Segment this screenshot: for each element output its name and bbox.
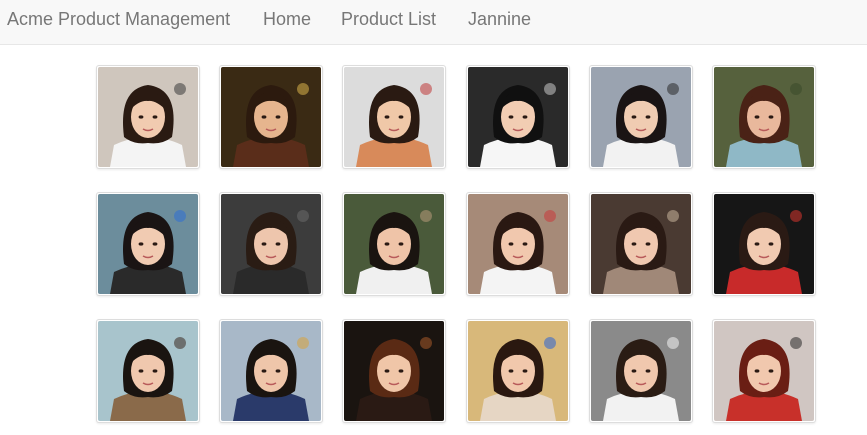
portrait-image — [344, 67, 444, 167]
photo-2-6[interactable] — [712, 192, 816, 296]
photo-2-5[interactable] — [589, 192, 693, 296]
portrait-image — [221, 67, 321, 167]
photo-1-3[interactable] — [342, 65, 446, 169]
portrait-image — [344, 321, 444, 421]
photo-3-4[interactable] — [466, 319, 570, 423]
photo-3-2[interactable] — [219, 319, 323, 423]
portrait-image — [98, 194, 198, 294]
photo-2-3[interactable] — [342, 192, 446, 296]
photo-1-1[interactable] — [96, 65, 200, 169]
photo-2-1[interactable] — [96, 192, 200, 296]
photo-1-2[interactable] — [219, 65, 323, 169]
photo-3-6[interactable] — [712, 319, 816, 423]
navbar: Acme Product Management Home Product Lis… — [0, 0, 867, 45]
photo-1-5[interactable] — [589, 65, 693, 169]
portrait-image — [468, 67, 568, 167]
nav-link-product-list[interactable]: Product List — [341, 9, 436, 30]
brand-link[interactable]: Acme Product Management — [7, 9, 230, 30]
photo-3-3[interactable] — [342, 319, 446, 423]
nav-link-jannine[interactable]: Jannine — [468, 9, 531, 30]
portrait-image — [221, 194, 321, 294]
nav-link-home[interactable]: Home — [263, 9, 311, 30]
photo-2-4[interactable] — [466, 192, 570, 296]
photo-2-2[interactable] — [219, 192, 323, 296]
portrait-image — [591, 194, 691, 294]
portrait-image — [714, 194, 814, 294]
photo-1-4[interactable] — [466, 65, 570, 169]
photo-gallery — [0, 45, 867, 435]
portrait-image — [468, 194, 568, 294]
portrait-image — [344, 194, 444, 294]
portrait-image — [591, 321, 691, 421]
photo-3-1[interactable] — [96, 319, 200, 423]
photo-1-6[interactable] — [712, 65, 816, 169]
portrait-image — [591, 67, 691, 167]
portrait-image — [98, 67, 198, 167]
portrait-image — [221, 321, 321, 421]
portrait-image — [468, 321, 568, 421]
portrait-image — [714, 67, 814, 167]
photo-3-5[interactable] — [589, 319, 693, 423]
portrait-image — [714, 321, 814, 421]
portrait-image — [98, 321, 198, 421]
